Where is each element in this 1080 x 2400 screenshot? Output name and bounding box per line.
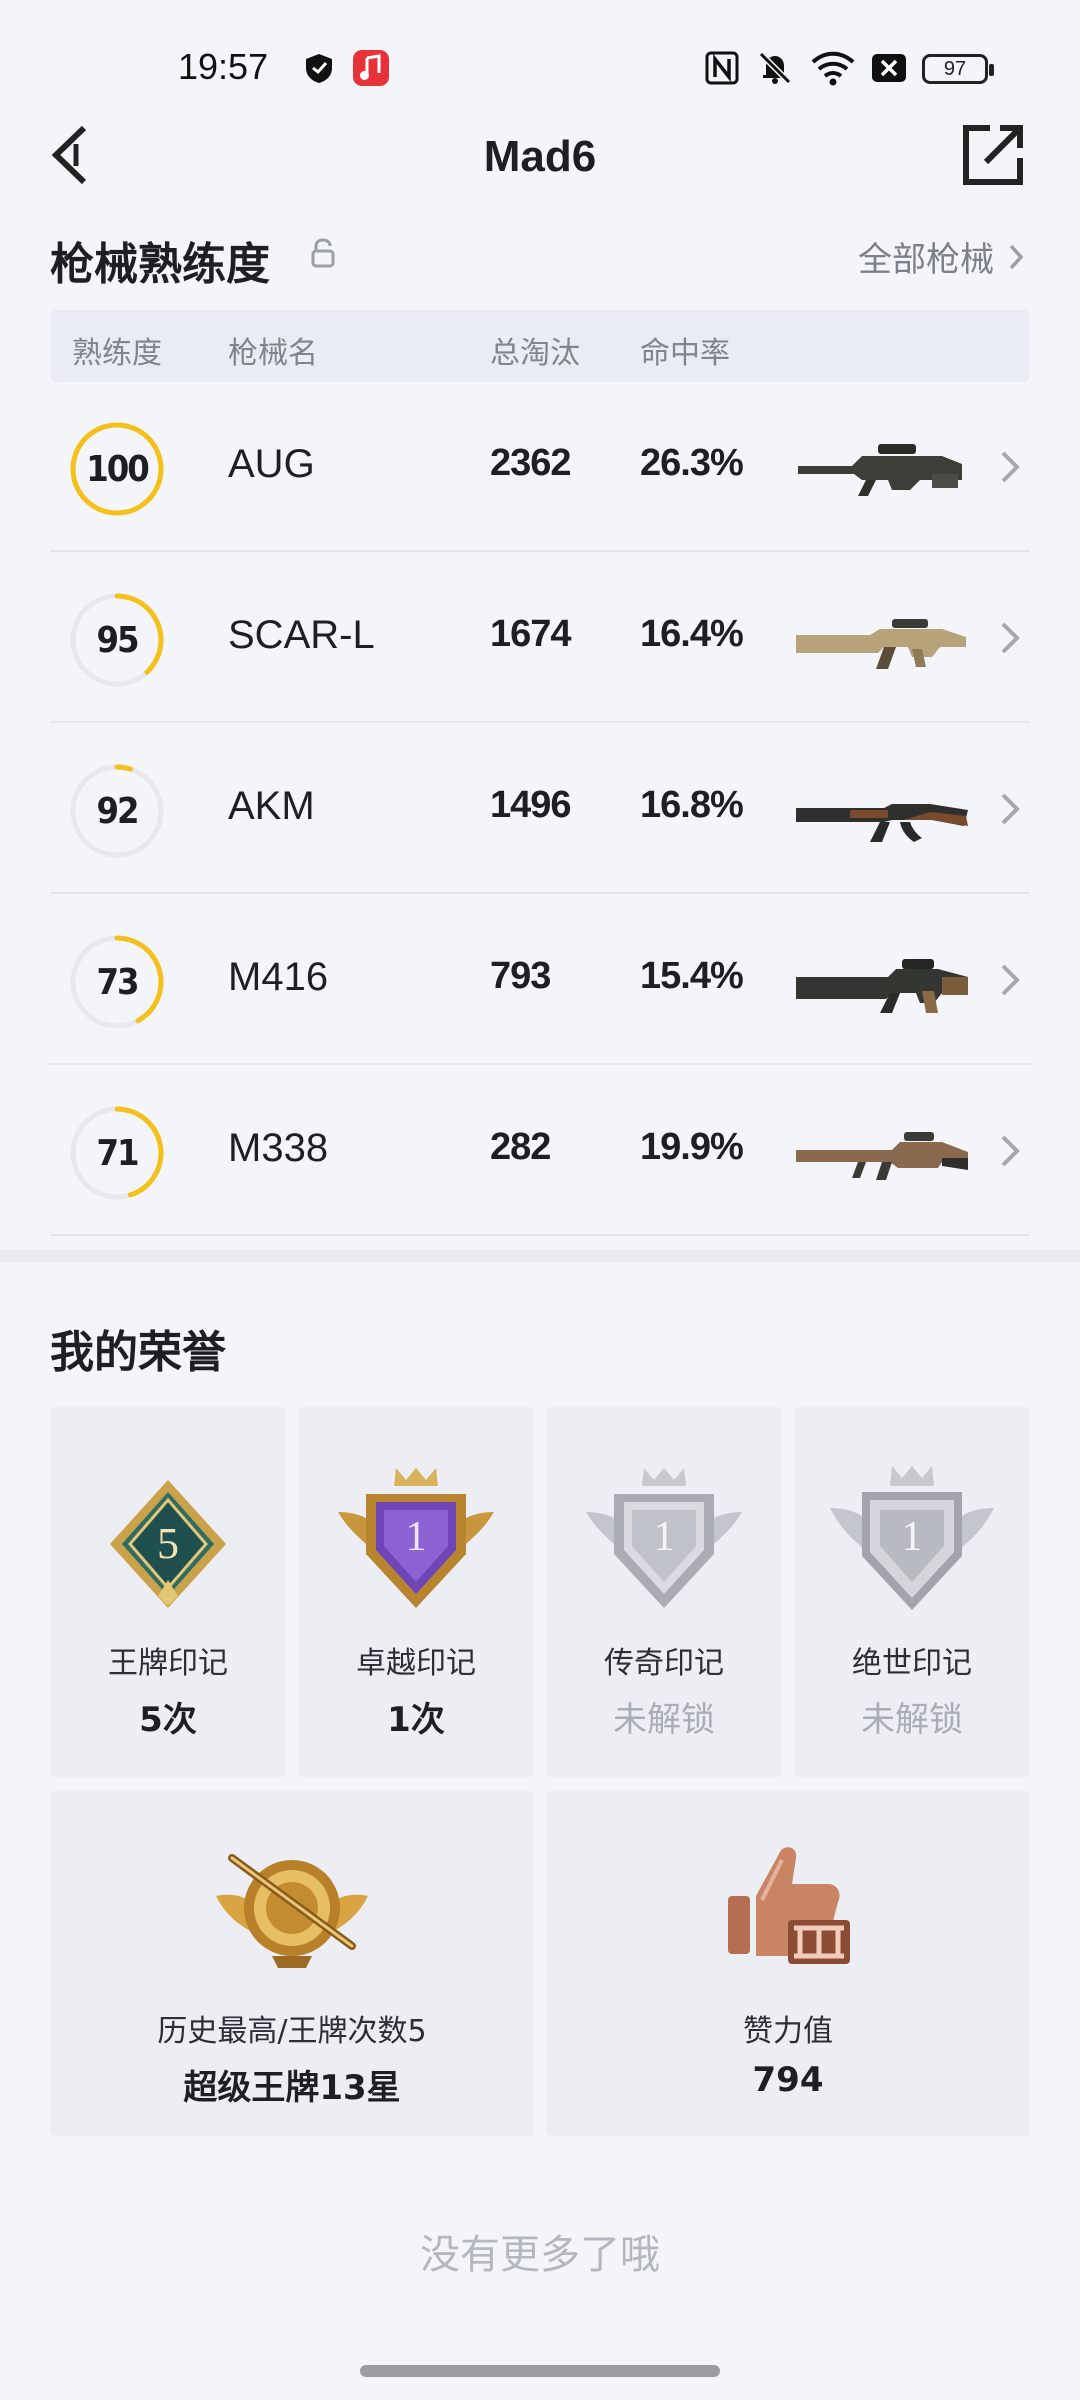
thumbs-up-icon xyxy=(728,1847,850,1964)
honor-value: 未解锁 xyxy=(613,1700,715,1740)
status-bar: 19:57 97 xyxy=(0,0,1080,130)
no-more-text: 没有更多了哦 xyxy=(420,2232,660,2278)
chevron-right-icon xyxy=(1001,1135,1020,1167)
honor-card-legend[interactable]: 1 传奇印记 未解锁 xyxy=(546,1406,782,1778)
weapon-hit-rate: 16.8% xyxy=(640,784,744,826)
weapon-row-scar-l[interactable]: 95 SCAR-L 1674 16.4% xyxy=(50,553,1030,723)
chevron-right-icon xyxy=(1001,793,1020,825)
weapon-hit-rate: 19.9% xyxy=(640,1126,744,1168)
wifi-icon xyxy=(810,48,856,88)
svg-text:1: 1 xyxy=(654,1514,675,1560)
lock-icon[interactable] xyxy=(310,238,336,268)
weapon-image-m416 xyxy=(792,947,972,1017)
weapon-name: SCAR-L xyxy=(228,613,375,657)
share-icon xyxy=(963,125,1023,185)
honor-label: 王牌印记 xyxy=(108,1646,228,1681)
honor-card-ace[interactable]: 5 王牌印记 5次 xyxy=(50,1406,286,1778)
chevron-right-icon xyxy=(1001,451,1020,483)
column-hit-rate: 命中率 xyxy=(640,336,730,371)
honor-label: 传奇印记 xyxy=(604,1646,724,1681)
column-weapon-name: 枪械名 xyxy=(228,336,318,371)
honor-value: 未解锁 xyxy=(861,1700,963,1740)
weapon-row-aug[interactable]: 100 AUG 2362 26.3% xyxy=(50,382,1030,552)
weapon-row-m416[interactable]: 73 M416 793 15.4% xyxy=(50,895,1030,1065)
weapon-kills: 1674 xyxy=(490,613,572,655)
weapon-name: AUG xyxy=(228,442,315,486)
weapon-hit-rate: 16.4% xyxy=(640,613,744,655)
chevron-right-icon xyxy=(1009,244,1024,269)
home-indicator[interactable] xyxy=(360,2365,720,2377)
app-header: Mad6 xyxy=(0,120,1080,200)
all-weapons-label: 全部枪械 xyxy=(858,240,994,280)
proficiency-level: 100 xyxy=(86,448,150,490)
stat-value: 794 xyxy=(752,2060,824,2100)
column-proficiency: 熟练度 xyxy=(72,336,162,371)
honor-value: 5次 xyxy=(139,1700,197,1740)
svg-text:1: 1 xyxy=(902,1514,923,1560)
stat-label: 历史最高/王牌次数5 xyxy=(157,2014,427,2049)
weapon-name: M416 xyxy=(228,955,329,999)
super-ace-rank-icon xyxy=(216,1854,368,1968)
svg-text:5: 5 xyxy=(157,1519,179,1568)
legend-mark-icon: 1 xyxy=(586,1468,742,1608)
weapon-name: M338 xyxy=(228,1126,329,1170)
weapon-hit-rate: 26.3% xyxy=(640,442,744,484)
weapon-kills: 2362 xyxy=(490,442,572,484)
battery-indicator: 97 xyxy=(922,54,994,84)
honor-value: 1次 xyxy=(387,1700,445,1740)
honor-card-excellence[interactable]: 1 卓越印记 1次 xyxy=(298,1406,534,1778)
all-weapons-link[interactable]: 全部枪械 xyxy=(858,232,1024,281)
weapon-row-m338[interactable]: 71 M338 282 19.9% xyxy=(50,1066,1030,1236)
svg-text:1: 1 xyxy=(406,1514,427,1560)
weapon-row-akm[interactable]: 92 AKM 1496 16.8% xyxy=(50,724,1030,894)
honor-label: 绝世印记 xyxy=(852,1646,972,1681)
stat-value: 超级王牌13星 xyxy=(183,2068,401,2108)
stat-label: 赞力值 xyxy=(743,2014,833,2049)
share-button[interactable] xyxy=(960,122,1026,188)
weapon-kills: 793 xyxy=(490,955,551,997)
status-time: 19:57 xyxy=(178,46,269,87)
weapon-kills: 282 xyxy=(490,1126,551,1168)
section-divider xyxy=(0,1250,1080,1262)
column-total-kills: 总淘汰 xyxy=(490,336,580,371)
weapon-image-m338 xyxy=(792,1118,972,1188)
proficiency-level: 73 xyxy=(96,961,139,1003)
weapon-hit-rate: 15.4% xyxy=(640,955,744,997)
peerless-mark-icon: 1 xyxy=(830,1466,994,1610)
page-title: Mad6 xyxy=(483,132,597,181)
weapon-image-aug xyxy=(792,434,972,504)
music-app-icon xyxy=(352,48,390,88)
shield-app-icon xyxy=(302,48,336,88)
weapon-kills: 1496 xyxy=(490,784,572,826)
honors-title: 我的荣誉 xyxy=(50,1327,226,1378)
nfc-icon xyxy=(704,48,740,88)
mute-bell-icon xyxy=(756,48,794,88)
chevron-right-icon xyxy=(1001,964,1020,996)
weapon-image-akm xyxy=(792,776,972,846)
weapon-name: AKM xyxy=(228,784,315,828)
honor-card-highest-rank[interactable]: 历史最高/王牌次数5 超级王牌13星 xyxy=(50,1790,534,2136)
proficiency-level: 95 xyxy=(96,619,139,661)
proficiency-level: 71 xyxy=(96,1132,139,1174)
weapon-proficiency-title: 枪械熟练度 xyxy=(50,239,270,290)
excellence-mark-icon: 1 xyxy=(338,1468,494,1608)
honor-card-likes[interactable]: 赞力值 794 xyxy=(546,1790,1030,2136)
chevron-right-icon xyxy=(1001,622,1020,654)
weapon-table-header: 熟练度 枪械名 总淘汰 命中率 xyxy=(50,310,1030,382)
ace-mark-icon: 5 xyxy=(110,1480,226,1608)
no-sim-icon xyxy=(870,48,908,88)
weapon-image-scar xyxy=(792,605,972,675)
honor-card-peerless[interactable]: 1 绝世印记 未解锁 xyxy=(794,1406,1030,1778)
honor-label: 卓越印记 xyxy=(356,1646,476,1681)
proficiency-level: 92 xyxy=(96,790,139,832)
